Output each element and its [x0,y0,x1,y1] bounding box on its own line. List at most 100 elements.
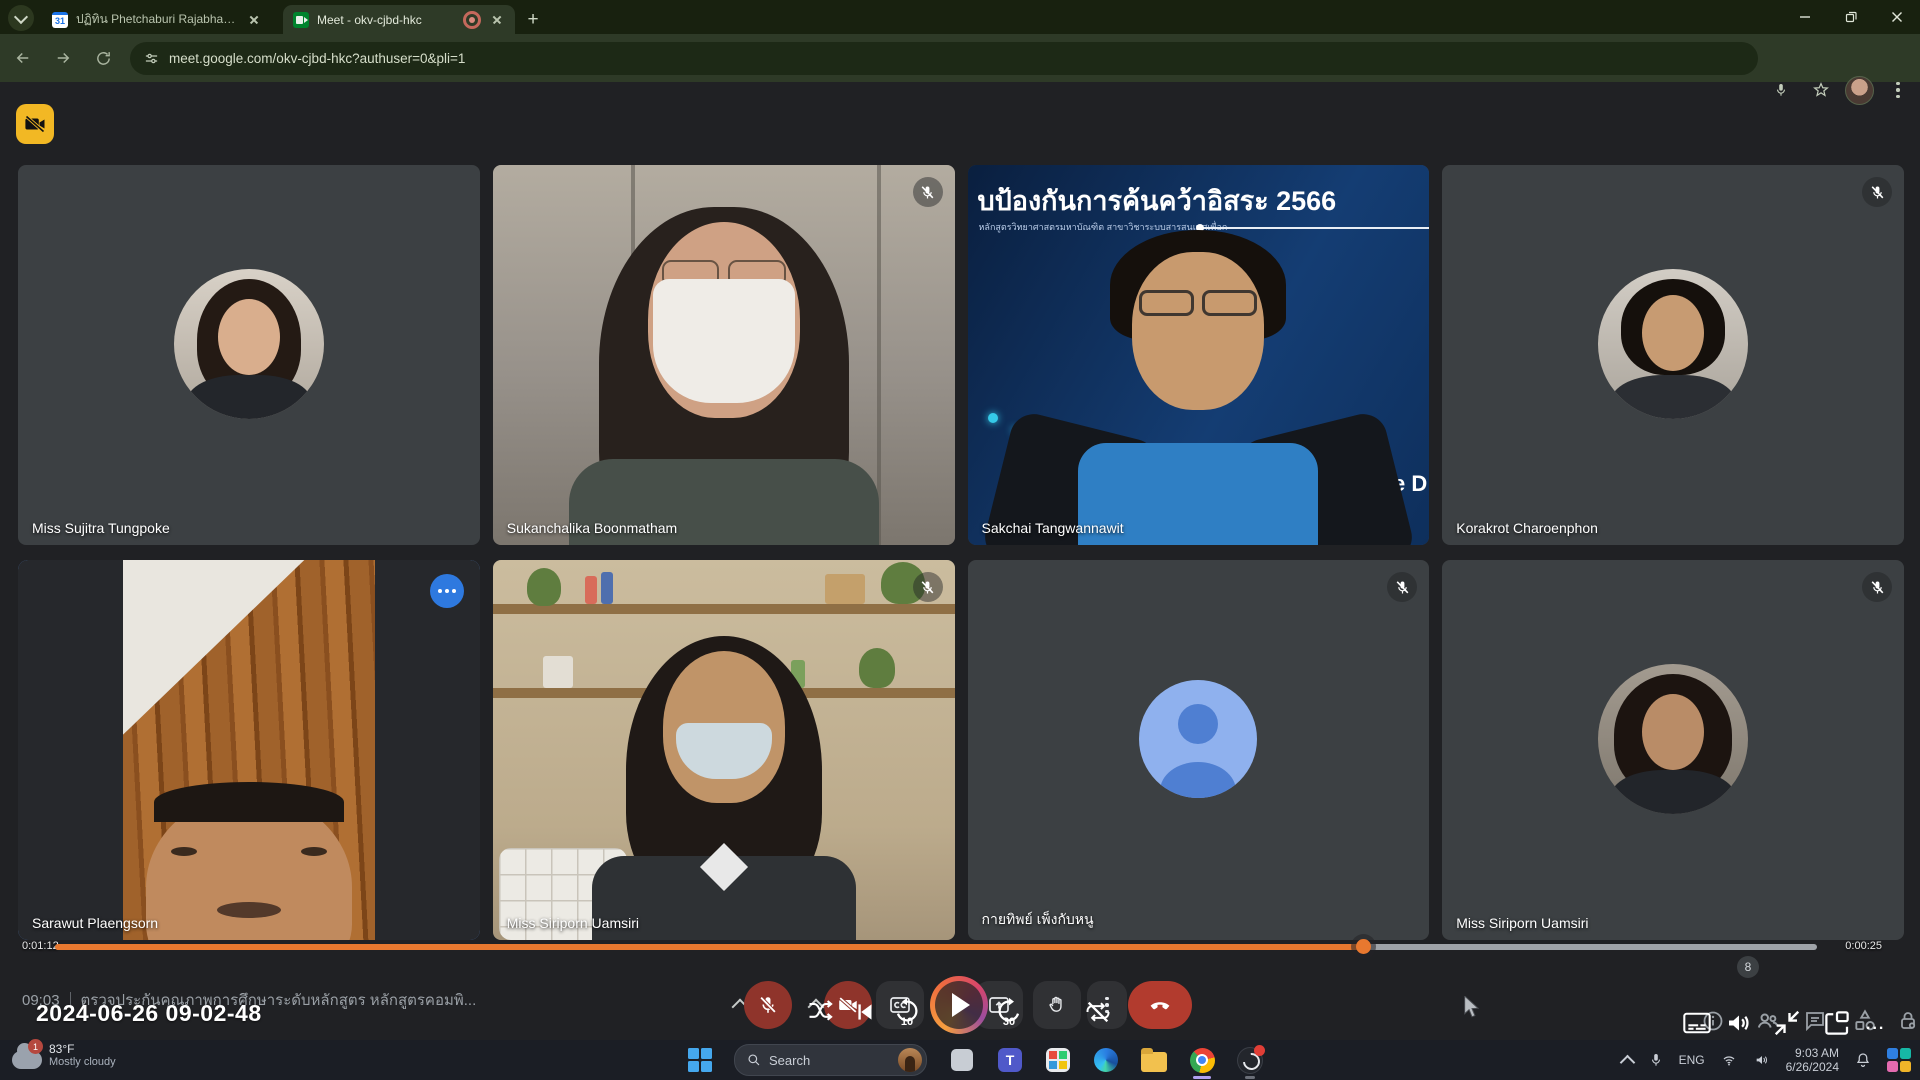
taskbar-search[interactable]: Search [734,1044,927,1076]
avatar-face [1642,694,1704,770]
mic-button-muted[interactable] [744,981,792,1029]
url-text[interactable]: meet.google.com/okv-cjbd-hkc?authuser=0&… [169,51,465,66]
mic-muted-indicator [913,572,943,602]
meet-favicon-icon [293,12,309,28]
seek-playhead[interactable] [1356,939,1371,954]
person-eye [171,847,197,856]
avatar [1598,269,1748,419]
chevron-down-icon [14,9,28,23]
chrome-taskbar-icon[interactable] [1189,1047,1215,1073]
forward-30-icon[interactable]: 30 [994,996,1024,1026]
file-explorer-icon[interactable] [1141,1047,1167,1073]
participant-tile[interactable]: บป้องกันการค้นคว้าอิสระ 2566 หลักสูตรวิท… [968,165,1430,545]
participant-name: Miss Siriporn Uamsiri [1456,915,1588,931]
participant-name: Sarawut Plaengsorn [32,915,158,931]
tab-search-chevron-button[interactable] [8,5,34,31]
seek-bar-played [55,944,1364,950]
tray-date: 6/26/2024 [1786,1060,1839,1074]
mic-permission-icon[interactable] [1765,74,1797,106]
task-view-button[interactable] [949,1047,975,1073]
avatar [174,269,324,419]
subtitles-icon[interactable] [1682,1010,1712,1041]
tab-calendar[interactable]: 31 ปฏิทิน Phetchaburi Rajabhat Uni [42,5,272,34]
widgets-icon[interactable] [1887,1048,1912,1073]
microsoft-store-icon[interactable] [1045,1047,1071,1073]
close-tab-icon[interactable] [246,12,262,28]
minimize-button[interactable] [1782,0,1828,34]
repeat-off-icon[interactable] [1084,998,1112,1031]
participant-name: Korakrot Charoenphon [1456,520,1598,536]
notifications-bell-icon[interactable] [1854,1051,1872,1069]
raise-hand-button[interactable] [1033,981,1081,1029]
camera-off-warning-badge[interactable] [16,104,54,144]
taskbar-center: Search T [688,1040,1263,1080]
screen: 31 ปฏิทิน Phetchaburi Rajabhat Uni Meet … [0,0,1920,1080]
close-window-button[interactable] [1874,0,1920,34]
popout-window-icon[interactable] [1822,1008,1852,1043]
participant-tile[interactable]: Sukanchalika Boonmatham [493,165,955,545]
person-mustache [217,902,281,918]
hidden-icons-chevron[interactable] [1619,1054,1635,1070]
elapsed-time: 0:01:12 [22,940,59,952]
plant [527,568,561,606]
participant-tile[interactable]: กายทิพย์ เพ็งกับหนู [968,560,1430,940]
slide-dot [988,413,998,423]
reload-button[interactable] [86,41,120,75]
participant-name: กายทิพย์ เพ็งกับหนู [982,909,1094,931]
tab-meet-active[interactable]: Meet - okv-cjbd-hkc [283,5,515,34]
avatar-face [218,299,280,375]
teams-icon[interactable]: T [997,1047,1023,1073]
weather-widget[interactable]: 1 83°F Mostly cloudy [12,1043,116,1069]
participant-tile[interactable]: Miss Siriporn Uamsiri [1442,560,1904,940]
url-bar[interactable]: meet.google.com/okv-cjbd-hkc?authuser=0&… [130,42,1758,75]
host-controls-button[interactable] [1886,999,1920,1043]
participant-tile[interactable]: Miss Siriporn Uamsiri [493,560,955,940]
forward-seconds: 30 [994,1016,1024,1028]
avatar-body [1611,375,1735,419]
play-button[interactable] [930,976,988,1034]
bookmark-star-icon[interactable] [1805,74,1837,106]
site-settings-icon[interactable] [144,51,159,66]
leave-call-button[interactable] [1128,981,1192,1029]
participant-name: Sakchai Tangwannawit [982,520,1124,536]
browser-menu-icon[interactable] [1882,74,1914,106]
participant-tile[interactable]: Miss Sujitra Tungpoke [18,165,480,545]
tray-time: 9:03 AM [1786,1046,1839,1060]
tab-label: ปฏิทิน Phetchaburi Rajabhat Uni [76,10,238,29]
avatar-face [1642,295,1704,371]
slide-title: บป้องกันการค้นคว้าอิสระ 2566 [978,179,1337,222]
forward-button[interactable] [46,41,80,75]
participant-name: Miss Siriporn Uamsiri [507,915,639,931]
rewind-10-icon[interactable]: 10 [892,996,922,1026]
previous-track-icon[interactable] [852,999,878,1030]
tray-mic-icon[interactable] [1648,1052,1664,1068]
language-indicator[interactable]: ENG [1679,1053,1705,1067]
obs-icon[interactable] [1237,1047,1263,1073]
participant-name: Sukanchalika Boonmatham [507,520,677,536]
clock[interactable]: 9:03 AM 6/26/2024 [1786,1046,1839,1074]
profile-avatar[interactable] [1845,76,1874,105]
close-tab-icon[interactable] [489,12,505,28]
new-tab-button[interactable]: + [520,7,546,33]
weather-condition: Mostly cloudy [49,1056,116,1069]
shuffle-icon[interactable] [806,997,834,1030]
start-button[interactable] [688,1048,712,1072]
player-more-icon[interactable]: ... [1866,1016,1885,1034]
back-button[interactable] [6,41,40,75]
shrink-player-icon[interactable] [1772,1008,1802,1043]
avatar-head [1178,704,1218,744]
rewind-seconds: 10 [892,1016,922,1028]
participant-tile-active[interactable]: Sarawut Plaengsorn [18,560,480,940]
seek-bar[interactable] [55,944,1817,950]
wifi-icon[interactable] [1720,1052,1738,1068]
participant-tile[interactable]: Korakrot Charoenphon [1442,165,1904,545]
mic-muted-indicator [913,177,943,207]
active-app-indicator [1193,1076,1211,1079]
search-highlight-image[interactable] [898,1048,922,1072]
participant-count-badge: 8 [1737,956,1759,978]
tile-options-button[interactable] [430,574,464,608]
restore-button[interactable] [1828,0,1874,34]
speaker-icon[interactable] [1753,1052,1771,1068]
volume-icon[interactable] [1724,1008,1754,1043]
edge-icon[interactable] [1093,1047,1119,1073]
